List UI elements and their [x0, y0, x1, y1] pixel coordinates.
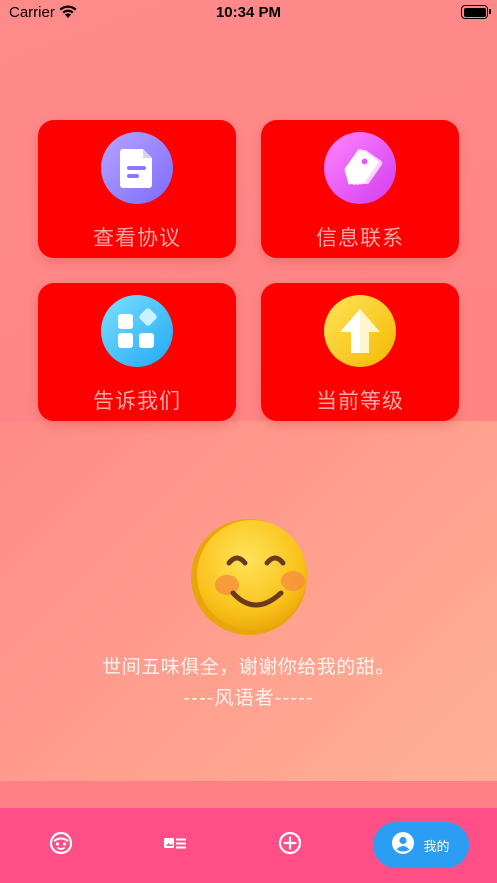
smiley-face-icon [189, 517, 309, 637]
tab-mine-label: 我的 [423, 839, 450, 855]
quote-author: ----风语者----- [183, 687, 314, 709]
grid-icon [101, 295, 173, 367]
card-current-level[interactable]: 当前等级 [261, 283, 459, 421]
clock: 10:34 PM [215, 4, 282, 21]
tab-cards[interactable] [152, 822, 198, 868]
battery-icon [461, 5, 491, 19]
id-card-icon [163, 835, 187, 855]
plus-circle-icon [278, 831, 302, 859]
card-view-agreement[interactable]: 查看协议 [38, 120, 236, 258]
card-label: 告诉我们 [93, 389, 181, 413]
quote-text: 世间五味俱全，谢谢你给我的甜。 [102, 656, 395, 678]
card-label: 当前等级 [316, 389, 404, 413]
tag-icon [324, 132, 396, 204]
tab-bar: 我的 [0, 808, 497, 883]
tab-add[interactable] [267, 822, 313, 868]
face-icon [48, 830, 74, 860]
tab-mine[interactable]: 我的 [373, 822, 469, 868]
status-bar: Carrier 10:34 PM [0, 0, 497, 26]
up-arrow-icon [324, 295, 396, 367]
card-label: 信息联系 [316, 226, 404, 250]
divider-strip [0, 781, 497, 808]
tab-face[interactable] [38, 822, 84, 868]
card-contact-info[interactable]: 信息联系 [261, 120, 459, 258]
card-label: 查看协议 [93, 226, 181, 250]
document-icon [101, 132, 173, 204]
user-icon [392, 832, 415, 858]
card-tell-us[interactable]: 告诉我们 [38, 283, 236, 421]
